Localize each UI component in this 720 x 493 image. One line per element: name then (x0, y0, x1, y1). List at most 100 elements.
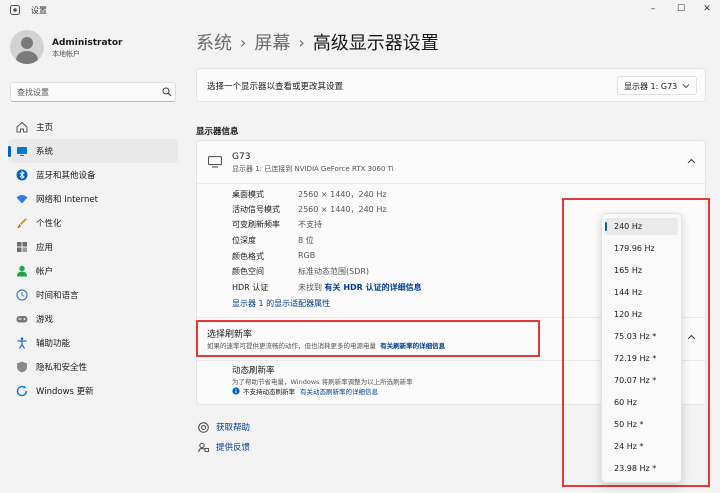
breadcrumb-display[interactable]: 屏幕 (254, 29, 290, 55)
hdr-status: 未找到 (298, 283, 322, 292)
sidebar-item-time-language[interactable]: 时间和语言 (8, 283, 178, 307)
wifi-icon (16, 195, 28, 204)
sidebar-item-label: 时间和语言 (36, 291, 79, 301)
chevron-up-icon[interactable] (687, 157, 696, 166)
account-icon (17, 265, 27, 277)
divider (197, 183, 707, 184)
adapter-properties-link[interactable]: 显示器 1 的显示适配器属性 (232, 298, 330, 309)
close-button[interactable]: ✕ (694, 2, 720, 16)
sidebar-item-system[interactable]: 系统 (8, 139, 178, 163)
refresh-option-label: 240 Hz (614, 222, 643, 231)
refresh-option[interactable]: 120 Hz (605, 306, 678, 323)
refresh-option-label: 60 Hz (614, 398, 637, 407)
user-account-type: 本地帐户 (52, 50, 80, 58)
dynamic-refresh-info-link[interactable]: 有关动态刷新率的详细信息 (300, 386, 378, 396)
dynamic-refresh-status-text: 不支持动态刷新率 (243, 388, 295, 396)
breadcrumb-separator: › (298, 32, 305, 52)
sidebar-item-windows-update[interactable]: Windows 更新 (8, 379, 178, 403)
breadcrumb: 系统 › 屏幕 › 高级显示器设置 (196, 29, 439, 55)
prop-label: HDR 认证 (232, 283, 269, 292)
section-title: 显示器信息 (196, 127, 239, 137)
avatar (10, 30, 44, 64)
sidebar-item-label: Windows 更新 (36, 387, 94, 397)
refresh-option[interactable]: 50 Hz * (605, 416, 678, 433)
prop-label: 颜色格式 (232, 252, 264, 261)
maximize-button[interactable]: ☐ (668, 2, 694, 16)
refresh-option[interactable]: 70.07 Hz * (605, 372, 678, 389)
sidebar-item-gaming[interactable]: 游戏 (8, 307, 178, 331)
refresh-option-label: 70.07 Hz * (614, 376, 657, 385)
prop-value: 2560 × 1440，240 Hz (298, 205, 387, 214)
monitor-connection: 显示器 1: 已连接到 NVIDIA GeForce RTX 3060 Ti (232, 165, 394, 173)
sidebar-item-network[interactable]: 网络和 Internet (8, 187, 178, 211)
search-box[interactable] (10, 82, 176, 102)
search-icon[interactable] (162, 87, 172, 97)
prop-value: 未找到 有关 HDR 认证的详细信息 (298, 282, 422, 293)
sidebar-item-label: 个性化 (36, 219, 62, 229)
refresh-option[interactable]: 72.19 Hz * (605, 350, 678, 367)
display-select-dropdown[interactable]: 显示器 1: G73 (617, 76, 697, 95)
home-icon (16, 121, 28, 133)
title-bar: 设置 – ☐ ✕ (0, 0, 720, 20)
sidebar-item-label: 系统 (36, 147, 54, 157)
minimize-button[interactable]: – (640, 2, 666, 16)
sidebar-item-home[interactable]: 主页 (8, 115, 178, 139)
sidebar-item-apps[interactable]: 应用 (8, 235, 178, 259)
refresh-option[interactable]: 24 Hz * (605, 438, 678, 455)
refresh-option[interactable]: 60 Hz (605, 394, 678, 411)
sidebar-item-label: 蓝牙和其他设备 (36, 171, 96, 181)
shield-icon (17, 361, 27, 373)
brush-icon (17, 218, 27, 229)
refresh-option[interactable]: 165 Hz (605, 262, 678, 279)
refresh-rate-highlight (196, 320, 540, 357)
sidebar-item-label: 应用 (36, 243, 54, 253)
refresh-option[interactable]: 144 Hz (605, 284, 678, 301)
update-icon (16, 385, 28, 397)
get-help-label: 获取帮助 (216, 423, 251, 433)
refresh-option[interactable]: 23.98 Hz * (605, 460, 678, 477)
prop-value: RGB (298, 251, 316, 260)
sidebar-item-label: 网络和 Internet (36, 195, 98, 205)
dynamic-refresh-status: 不支持动态刷新率 有关动态刷新率的详细信息 (232, 386, 378, 396)
display-select-card: 选择一个显示器以查看或更改其设置 显示器 1: G73 (196, 68, 706, 102)
dynamic-refresh-desc: 为了帮助节省电量，Windows 将刷新率调整为以上所选刷新率 (232, 378, 413, 386)
sidebar-item-label: 隐私和安全性 (36, 363, 88, 373)
apps-icon (17, 242, 27, 252)
refresh-option-label: 120 Hz (614, 310, 643, 319)
chevron-down-icon (682, 84, 690, 89)
refresh-option[interactable]: 75.03 Hz * (605, 328, 678, 345)
sidebar-item-label: 辅助功能 (36, 339, 71, 349)
help-icon (198, 422, 209, 433)
dynamic-refresh-title: 动态刷新率 (232, 366, 275, 376)
info-icon (232, 387, 240, 395)
refresh-option[interactable]: 240 Hz (605, 218, 678, 235)
prop-value: 2560 × 1440，240 Hz (298, 190, 387, 199)
breadcrumb-separator: › (240, 32, 247, 52)
globe-clock-icon (16, 289, 28, 301)
feedback-icon (198, 442, 209, 453)
hdr-info-link[interactable]: 有关 HDR 认证的详细信息 (325, 283, 422, 292)
sidebar-item-privacy[interactable]: 隐私和安全性 (8, 355, 178, 379)
search-input[interactable] (17, 86, 157, 99)
sidebar-item-label: 主页 (36, 123, 54, 133)
prop-label: 可变刷新频率 (232, 220, 280, 229)
sidebar-item-accessibility[interactable]: 辅助功能 (8, 331, 178, 355)
display-select-value: 显示器 1: G73 (624, 82, 678, 91)
refresh-option-label: 75.03 Hz * (614, 332, 657, 341)
refresh-option-label: 72.19 Hz * (614, 354, 657, 363)
settings-app-icon (10, 5, 20, 15)
bluetooth-icon (16, 169, 28, 181)
sidebar-item-label: 帐户 (36, 267, 54, 277)
prop-value: 不支持 (298, 220, 322, 229)
refresh-option-label: 179.96 Hz (614, 244, 655, 253)
refresh-option-label: 50 Hz * (614, 420, 644, 429)
prop-label: 活动信号模式 (232, 205, 280, 214)
monitor-icon (208, 156, 222, 168)
sidebar-item-accounts[interactable]: 帐户 (8, 259, 178, 283)
sidebar-item-personalization[interactable]: 个性化 (8, 211, 178, 235)
refresh-option[interactable]: 179.96 Hz (605, 240, 678, 257)
sidebar-item-bluetooth[interactable]: 蓝牙和其他设备 (8, 163, 178, 187)
breadcrumb-system[interactable]: 系统 (196, 29, 232, 55)
page-title: 高级显示器设置 (312, 33, 439, 54)
sidebar-nav: 主页 系统 蓝牙和其他设备 网络和 Internet 个性化 应用 帐户 时间和… (8, 115, 178, 403)
